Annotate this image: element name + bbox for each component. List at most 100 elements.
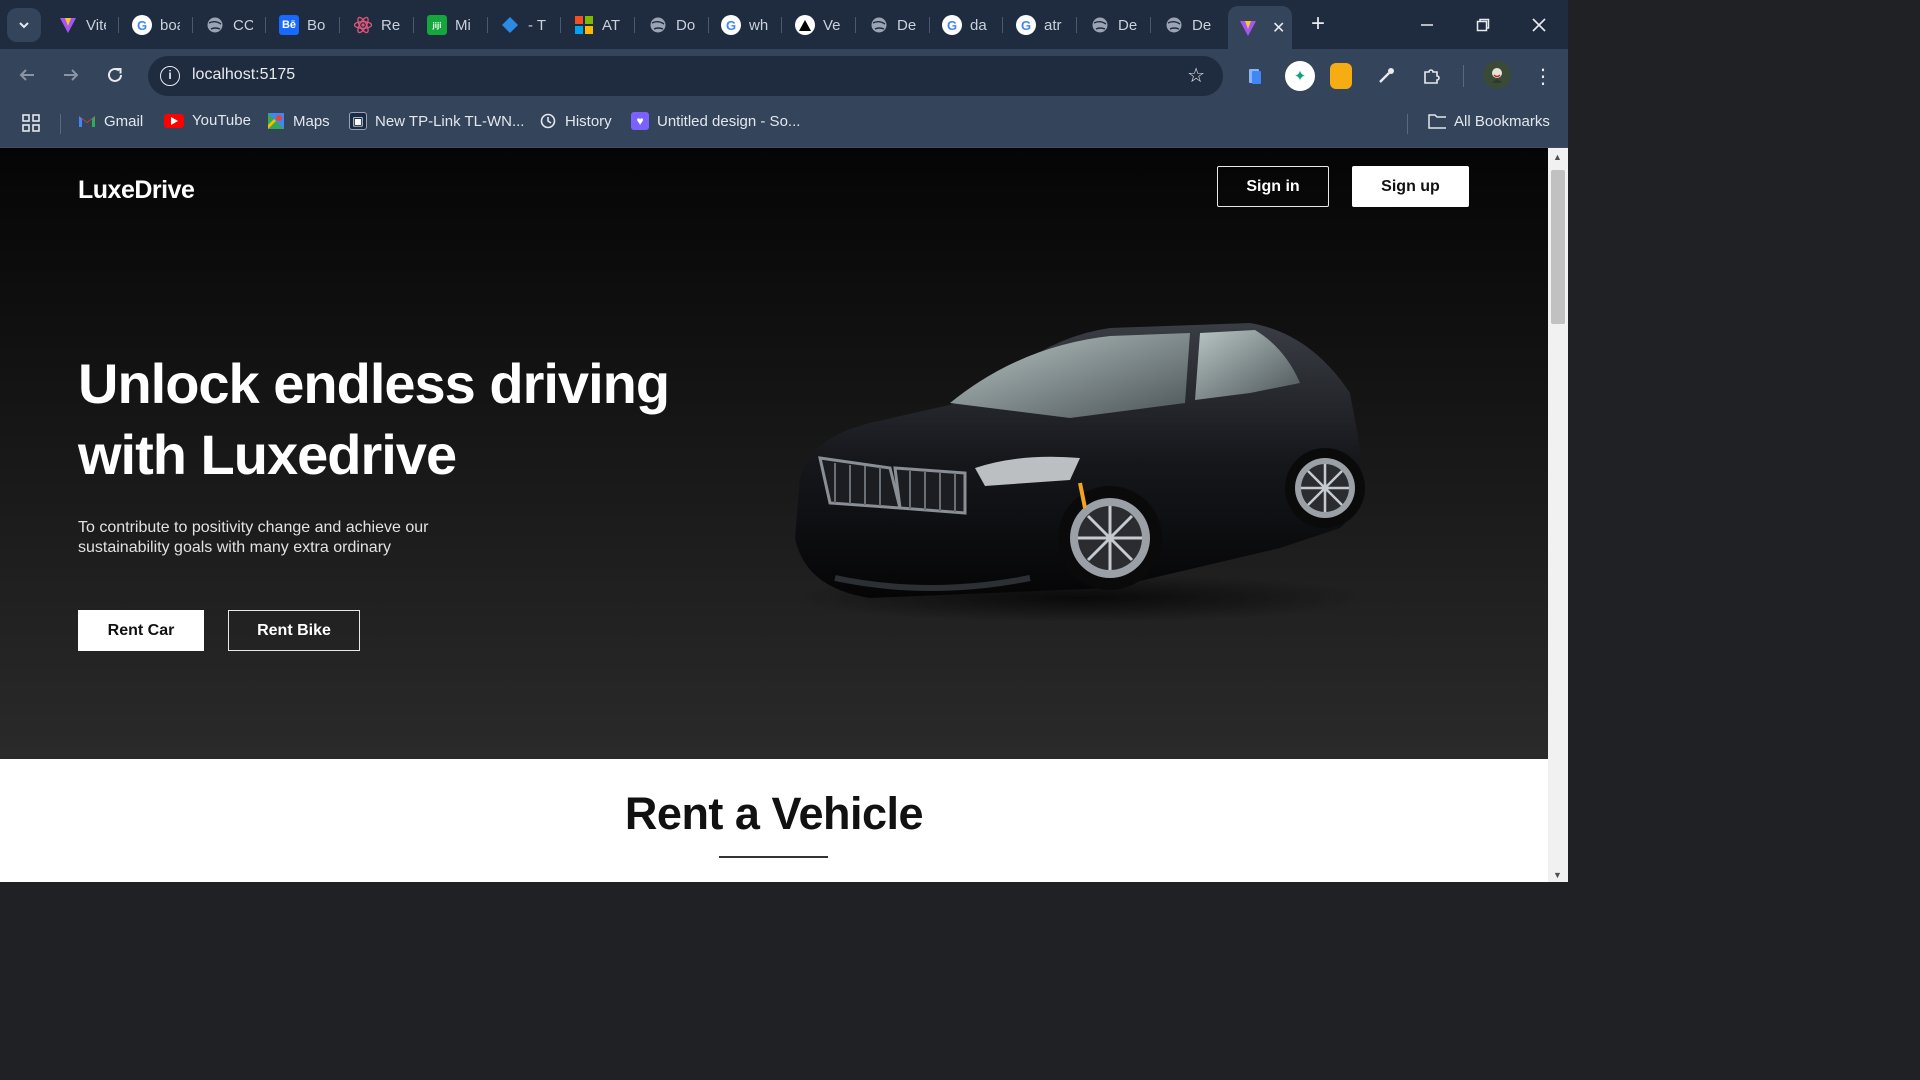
google-icon: G (721, 15, 741, 35)
youtube-icon (164, 113, 184, 128)
tab-separator (855, 17, 856, 33)
bookmark-tplink[interactable]: ▣ New TP-Link TL-WN... (349, 112, 524, 130)
forward-button[interactable] (56, 60, 86, 90)
tab-separator (487, 17, 488, 33)
tab-title: De (1118, 16, 1138, 34)
apps-grid-icon[interactable] (21, 113, 41, 133)
minimize-button[interactable] (1412, 10, 1442, 40)
black-sedan-car-image (790, 323, 1370, 622)
tab-title: Bo (307, 16, 326, 34)
toolbar-divider (1463, 65, 1464, 87)
tab[interactable]: Do (638, 8, 696, 42)
bookmark-maps[interactable]: Maps (267, 112, 330, 130)
reload-button[interactable] (100, 60, 130, 90)
tab[interactable]: Re (343, 8, 401, 42)
back-button[interactable] (12, 60, 42, 90)
tab-separator (265, 17, 266, 33)
bookmark-history[interactable]: History (539, 112, 612, 130)
tab-separator (781, 17, 782, 33)
bookmark-youtube[interactable]: YouTube (164, 112, 251, 129)
canva-heart-icon: ♥ (631, 112, 649, 130)
new-tab-button[interactable]: + (1304, 11, 1332, 39)
tab[interactable]: CC (195, 8, 253, 42)
tab-title: AT (602, 16, 621, 34)
tab[interactable]: Bē Bo (269, 8, 327, 42)
react-icon (353, 15, 373, 35)
page-scrollbar[interactable]: ▲ ▼ (1548, 148, 1568, 882)
arrow-left-icon (19, 69, 34, 81)
tab-title: Do (676, 16, 696, 34)
tab-separator (634, 17, 635, 33)
globe-icon (1164, 15, 1184, 35)
all-bookmarks[interactable]: All Bookmarks (1428, 112, 1550, 130)
tab-active[interactable]: ✕ (1228, 6, 1292, 49)
hero-subtext: To contribute to positivity change and a… (78, 519, 429, 556)
extension-docs-icon[interactable] (1242, 63, 1268, 89)
tab[interactable]: Gwh (711, 8, 769, 42)
tab[interactable]: - T (490, 8, 548, 42)
bookmarks-divider (1407, 114, 1408, 134)
extension-eyedropper-icon[interactable] (1373, 63, 1399, 89)
section-title: Rent a Vehicle (624, 788, 924, 839)
section-title-underline (719, 856, 828, 858)
tab-separator (192, 17, 193, 33)
google-icon: G (1016, 15, 1036, 35)
restore-icon (1476, 18, 1490, 32)
address-bar[interactable]: i localhost:5175 ☆ (148, 56, 1223, 96)
bookmarks-bar: Gmail YouTube Maps ▣ New TP-Link TL-WN..… (0, 100, 1568, 148)
close-tab-icon[interactable]: ✕ (1272, 18, 1285, 38)
tab[interactable]: De (1080, 8, 1138, 42)
bookmark-label: Maps (293, 112, 330, 130)
bookmark-label: Untitled design - So... (657, 112, 801, 130)
browser-menu-icon[interactable]: ⋮ (1530, 63, 1556, 89)
sign-in-button[interactable]: Sign in (1217, 166, 1329, 207)
tab[interactable]: AT (564, 8, 622, 42)
browser-toolbar: i localhost:5175 ☆ ✦ ⋮ (0, 49, 1568, 100)
tab-separator (339, 17, 340, 33)
google-icon: G (132, 15, 152, 35)
extension-honey-icon[interactable] (1330, 63, 1352, 89)
scroll-down-arrow-icon[interactable]: ▼ (1553, 870, 1562, 880)
vite-icon (58, 15, 78, 35)
tab[interactable]: Gatr (1006, 8, 1064, 42)
tab-search-button[interactable] (7, 8, 41, 42)
extension-bird-icon[interactable]: ✦ (1285, 61, 1315, 91)
globe-icon (869, 15, 889, 35)
globe-icon (1090, 15, 1110, 35)
tab[interactable]: Vite (48, 8, 106, 42)
scrollbar-thumb[interactable] (1551, 170, 1565, 324)
tab-title: Vite (86, 16, 106, 34)
tab-separator (1150, 17, 1151, 33)
tab-title: Re (381, 16, 401, 34)
tab[interactable]: Ve (785, 8, 843, 42)
bookmark-label: Gmail (104, 112, 144, 130)
profile-avatar[interactable] (1483, 61, 1511, 89)
tab[interactable]: Gboat (122, 8, 180, 42)
chevron-down-icon (19, 22, 29, 29)
tab[interactable]: jiji Mi (417, 8, 475, 42)
hero-headline: Unlock endless driving with Luxedrive (78, 352, 670, 486)
bookmark-star-icon[interactable]: ☆ (1187, 63, 1205, 88)
scroll-up-arrow-icon[interactable]: ▲ (1553, 152, 1562, 162)
tab[interactable]: De (1154, 8, 1212, 42)
sign-up-button[interactable]: Sign up (1352, 166, 1469, 207)
rent-car-button[interactable]: Rent Car (78, 610, 204, 651)
vercel-icon (795, 15, 815, 35)
tab[interactable]: Gda (932, 8, 990, 42)
site-info-icon[interactable]: i (160, 66, 180, 86)
tab-separator (413, 17, 414, 33)
bookmark-untitled-design[interactable]: ♥ Untitled design - So... (631, 112, 800, 130)
tab-separator (708, 17, 709, 33)
tab-title: boat (160, 16, 180, 34)
close-window-button[interactable] (1524, 10, 1554, 40)
rent-bike-button[interactable]: Rent Bike (228, 610, 360, 651)
bookmark-label: New TP-Link TL-WN... (375, 112, 525, 130)
restore-button[interactable] (1468, 10, 1498, 40)
site-logo[interactable]: LuxeDrive (78, 176, 195, 205)
tab[interactable]: De (859, 8, 917, 42)
history-icon (539, 112, 557, 130)
bookmark-gmail[interactable]: Gmail (78, 112, 143, 130)
gmail-icon (78, 112, 96, 130)
tab-title: wh (749, 16, 769, 34)
extensions-puzzle-icon[interactable] (1419, 63, 1445, 89)
